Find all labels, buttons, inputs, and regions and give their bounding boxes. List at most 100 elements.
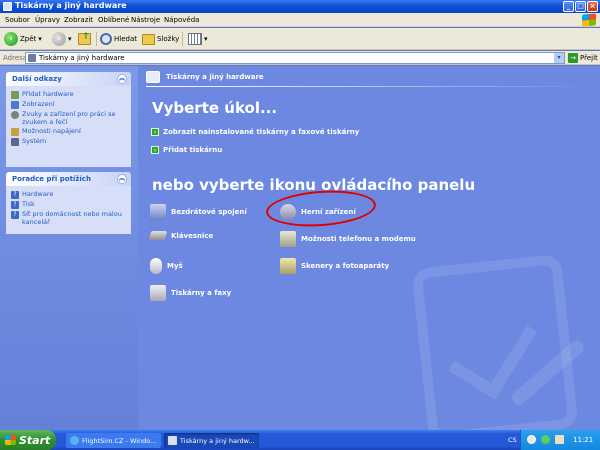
category-title: Tiskárny a jiný hardware xyxy=(166,73,264,81)
links-panel-header[interactable]: Další odkazy ︽ xyxy=(6,72,131,86)
back-dropdown-icon[interactable]: ▾ xyxy=(38,35,42,43)
menu-upravy[interactable]: Úpravy xyxy=(35,16,60,24)
views-icon xyxy=(188,33,202,45)
tray-icon[interactable] xyxy=(555,435,564,444)
content-area: Další odkazy ︽ Přidat hardware Zobrazení… xyxy=(0,66,600,430)
keyboard-icon xyxy=(148,231,168,240)
up-folder-icon: ↑ xyxy=(78,32,91,45)
taskbar: Start FlightSim.CZ - Windo... Tiskárny a… xyxy=(0,430,600,450)
folders-button[interactable]: Složky xyxy=(142,32,179,46)
checklist-watermark-icon xyxy=(411,253,587,430)
help-question-icon: ? xyxy=(11,191,19,199)
back-button[interactable]: ‹ Zpět ▾ xyxy=(4,32,42,46)
system-icon xyxy=(11,138,19,146)
up-button[interactable]: ↑ xyxy=(78,32,91,46)
go-label: Přejít xyxy=(580,54,598,62)
folders-label: Složky xyxy=(157,35,180,43)
menu-zobrazit[interactable]: Zobrazit xyxy=(64,16,93,24)
phone-icon xyxy=(280,231,296,247)
sidebar-link-system[interactable]: Systém xyxy=(11,137,126,146)
display-icon xyxy=(11,101,19,109)
back-label: Zpět xyxy=(20,35,37,43)
collapse-chevron-icon[interactable]: ︽ xyxy=(117,74,127,84)
header-divider xyxy=(146,86,600,87)
scanner-icon xyxy=(280,258,296,274)
close-button[interactable]: × xyxy=(587,1,598,12)
cp-phone-modem[interactable]: Možnosti telefonu a modemu xyxy=(280,231,416,247)
forward-button[interactable]: › ▾ xyxy=(52,32,72,46)
back-arrow-icon: ‹ xyxy=(4,32,18,46)
windows-logo-icon xyxy=(582,13,596,27)
address-value: Tiskárny a jiný hardware xyxy=(39,54,125,62)
wireless-laptop-icon xyxy=(150,204,166,220)
menu-soubor[interactable]: Soubor xyxy=(5,16,30,24)
address-dropdown-icon[interactable]: ▾ xyxy=(554,53,564,63)
help-link-printing[interactable]: ? Tisk xyxy=(11,200,126,209)
window-controls: _ □ × xyxy=(563,1,598,12)
forward-dropdown-icon[interactable]: ▾ xyxy=(68,35,72,43)
speaker-icon xyxy=(11,111,19,119)
language-indicator[interactable]: CS xyxy=(508,436,517,444)
search-button[interactable]: Hledat xyxy=(100,32,137,46)
views-button[interactable]: ▾ xyxy=(188,32,208,46)
minimize-button[interactable]: _ xyxy=(563,1,574,12)
views-dropdown-icon: ▾ xyxy=(204,35,208,43)
printer-icon xyxy=(150,285,166,301)
sidebar-link-power[interactable]: Možnosti napájení xyxy=(11,127,126,136)
address-bar: Adresa Tiskárny a jiný hardware ▾ → Přej… xyxy=(0,51,600,65)
sidebar-link-sounds[interactable]: Zvuky a zařízení pro práci se zvukem a ř… xyxy=(11,110,126,126)
tray-icon[interactable] xyxy=(527,435,536,444)
windows-flag-icon xyxy=(5,435,16,445)
go-button[interactable]: → Přejít xyxy=(568,53,598,63)
system-tray: 11:21 xyxy=(520,430,600,450)
links-panel: Další odkazy ︽ Přidat hardware Zobrazení… xyxy=(6,72,131,167)
maximize-button[interactable]: □ xyxy=(575,1,586,12)
pick-task-heading: Vyberte úkol... xyxy=(152,99,278,117)
folder-icon xyxy=(3,2,12,11)
cp-printers-faxes[interactable]: Tiskárny a faxy xyxy=(150,285,231,301)
help-link-hardware[interactable]: ? Hardware xyxy=(11,190,126,199)
forward-arrow-icon: › xyxy=(52,32,66,46)
collapse-chevron-icon[interactable]: ︽ xyxy=(117,174,127,184)
help-panel-header[interactable]: Poradce při potížích ︽ xyxy=(6,172,131,186)
help-question-icon: ? xyxy=(11,211,19,219)
address-label: Adresa xyxy=(3,54,28,62)
clock[interactable]: 11:21 xyxy=(573,436,593,444)
taskbar-item-explorer[interactable]: Tiskárny a jiný hardw... xyxy=(164,433,259,448)
control-panel-icon xyxy=(168,436,177,445)
taskbar-item-browser[interactable]: FlightSim.CZ - Windo... xyxy=(66,433,161,448)
sidebar-link-display[interactable]: Zobrazení xyxy=(11,100,126,109)
mouse-icon xyxy=(150,258,162,274)
help-link-network[interactable]: ? Síť pro domácnost nebo malou kancelář xyxy=(11,210,126,226)
cp-scanners-cameras[interactable]: Skenery a fotoaparáty xyxy=(280,258,389,274)
search-icon xyxy=(100,33,112,45)
help-question-icon: ? xyxy=(11,201,19,209)
control-panel-icon xyxy=(28,54,36,62)
go-arrow-icon: → xyxy=(568,53,578,63)
task-arrow-icon: › xyxy=(151,128,159,136)
add-hardware-icon xyxy=(11,91,19,99)
task-add-printer[interactable]: › Přidat tiskárnu xyxy=(151,146,222,154)
help-panel: Poradce při potížích ︽ ? Hardware ? Tisk… xyxy=(6,172,131,234)
toolbar: ‹ Zpět ▾ › ▾ ↑ Hledat Složky ▾ xyxy=(0,28,600,50)
links-panel-title: Další odkazy xyxy=(12,75,62,83)
menu-napoveda[interactable]: Nápověda xyxy=(164,16,199,24)
menu-nastroje[interactable]: Nástroje xyxy=(131,16,160,24)
help-panel-title: Poradce při potížích xyxy=(12,175,91,183)
printer-category-icon xyxy=(146,71,160,83)
sidebar-link-add-hardware[interactable]: Přidat hardware xyxy=(11,90,126,99)
address-input[interactable]: Tiskárny a jiný hardware ▾ xyxy=(25,52,565,64)
task-pane: Další odkazy ︽ Přidat hardware Zobrazení… xyxy=(0,66,138,430)
menu-oblibene[interactable]: Oblíbené xyxy=(98,16,129,24)
search-label: Hledat xyxy=(114,35,137,43)
cp-wireless[interactable]: Bezdrátové spojení xyxy=(150,204,247,220)
folders-icon xyxy=(142,33,155,45)
start-button[interactable]: Start xyxy=(0,430,56,450)
cp-mouse[interactable]: Myš xyxy=(150,258,183,274)
title-bar[interactable]: Tiskárny a jiný hardware _ □ × xyxy=(0,0,600,13)
cp-keyboard[interactable]: Klávesnice xyxy=(148,231,213,240)
task-view-printers[interactable]: › Zobrazit nainstalované tiskárny a faxo… xyxy=(151,128,359,136)
window-title: Tiskárny a jiný hardware xyxy=(15,1,127,10)
browser-icon xyxy=(70,436,79,445)
tray-icon[interactable] xyxy=(541,435,550,444)
